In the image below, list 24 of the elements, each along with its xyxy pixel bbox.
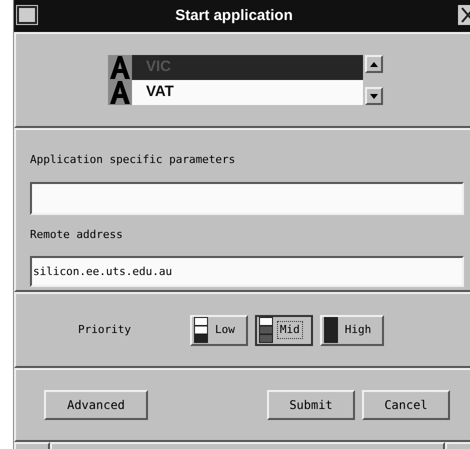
priority-button[interactable]: High [320,314,384,346]
remote-address-field[interactable]: silicon.ee.uts.edu.au [30,256,464,287]
window-menu-icon[interactable] [17,6,37,24]
priority-label: Priority [78,322,132,338]
dialog-button[interactable]: Submit [267,390,355,420]
application-name: VAT [146,82,174,102]
field-label: Remote address [30,226,124,242]
field-label: Application specific parameters [30,152,236,168]
application-icon [108,80,132,105]
priority-bars-icon [324,317,338,343]
priority-button[interactable]: Low [190,314,248,346]
up-arrow-icon [370,62,378,66]
application-icon [108,55,132,80]
dialog-button[interactable]: Cancel [362,390,450,420]
scroll-up-button[interactable] [365,55,383,73]
dialog-button[interactable]: Advanced [44,390,148,420]
down-arrow-icon [370,94,378,98]
parameters-field[interactable] [30,182,464,214]
priority-bars-icon [258,317,273,343]
priority-bars-icon [194,317,208,343]
application-list-item[interactable]: VAT [108,80,363,105]
scroll-down-button[interactable] [365,87,383,105]
window-title: Start application [175,6,293,26]
priority-button[interactable]: Mid [254,314,313,346]
